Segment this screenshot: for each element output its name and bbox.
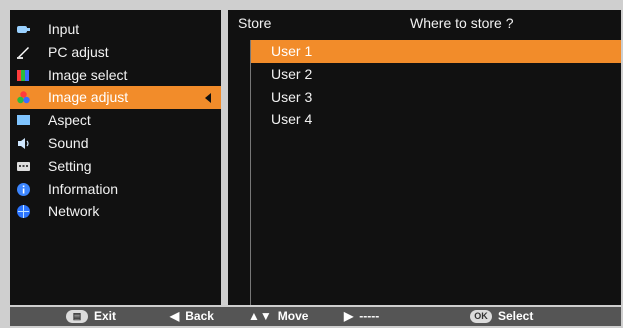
osd-menu: Input PC adjust Image select Image adjus…	[0, 0, 623, 328]
footer-move: ▲▼ Move	[248, 307, 308, 326]
menu-item-network[interactable]: Network	[10, 200, 221, 223]
menu-item-label: Information	[48, 180, 119, 197]
move-label: Move	[277, 309, 309, 323]
footer-exit: ▤ Exit	[66, 307, 116, 326]
up-down-arrow-icon: ▲▼	[248, 309, 272, 323]
store-list: User 1 User 2 User 3 User 4	[250, 40, 621, 305]
select-label: Select	[498, 309, 534, 323]
store-option-user-4[interactable]: User 4	[251, 108, 621, 131]
pc-adjust-icon	[17, 46, 29, 59]
menu-item-input[interactable]: Input	[10, 18, 221, 41]
aspect-icon	[17, 115, 30, 126]
menu-item-setting[interactable]: Setting	[10, 155, 221, 178]
menu-item-label: Input	[48, 21, 80, 37]
menu-item-label: Aspect	[48, 112, 91, 129]
menu-item-image-select[interactable]: Image select	[10, 64, 221, 87]
menu-item-image-adjust[interactable]: Image adjust	[10, 86, 221, 110]
image-select-icon	[17, 69, 29, 81]
menu-item-information[interactable]: Information	[10, 178, 221, 201]
ok-key-icon: OK	[470, 310, 492, 323]
menu-item-label: Network	[48, 203, 100, 220]
right-arrow-icon: ▶	[344, 309, 354, 323]
menu-item-label: Sound	[48, 134, 89, 151]
menu-item-aspect[interactable]: Aspect	[10, 109, 221, 132]
footer-hint-bar: ▤ Exit ◀ Back ▲▼ Move ▶ ----- OK Select	[10, 307, 621, 326]
store-header: Store Where to store ?	[228, 10, 621, 34]
store-prompt: Where to store ?	[410, 15, 514, 31]
exit-label: Exit	[94, 309, 117, 323]
menu-item-sound[interactable]: Sound	[10, 132, 221, 155]
store-panel: Store Where to store ? User 1 User 2 Use…	[228, 10, 621, 305]
sound-icon	[18, 137, 29, 149]
main-menu-panel: Input PC adjust Image select Image adjus…	[10, 10, 221, 305]
network-icon	[17, 205, 30, 219]
panel-divider	[221, 10, 228, 305]
store-title: Store	[238, 15, 272, 31]
right-action-label: -----	[359, 309, 380, 323]
submenu-arrow-icon	[205, 93, 211, 104]
footer-back: ◀ Back	[170, 307, 214, 326]
information-icon	[17, 182, 30, 196]
menu-item-label: PC adjust	[48, 43, 109, 60]
menu-item-label: Image adjust	[48, 89, 129, 106]
back-label: Back	[185, 309, 214, 323]
back-arrow-icon: ◀	[170, 309, 180, 323]
footer-right: ▶ -----	[344, 307, 379, 326]
store-option-user-1[interactable]: User 1	[251, 40, 621, 63]
menu-item-pc-adjust[interactable]: PC adjust	[10, 41, 221, 64]
menu-item-label: Setting	[48, 157, 92, 174]
setting-icon	[17, 161, 30, 171]
store-option-user-2[interactable]: User 2	[251, 63, 621, 86]
footer-select: OK Select	[470, 307, 533, 326]
menu-item-label: Image select	[48, 66, 128, 83]
image-adjust-icon	[17, 91, 30, 104]
main-menu: Input PC adjust Image select Image adjus…	[10, 18, 221, 223]
input-icon	[17, 26, 30, 33]
store-option-user-3[interactable]: User 3	[251, 86, 621, 109]
menu-key-icon: ▤	[66, 310, 88, 323]
